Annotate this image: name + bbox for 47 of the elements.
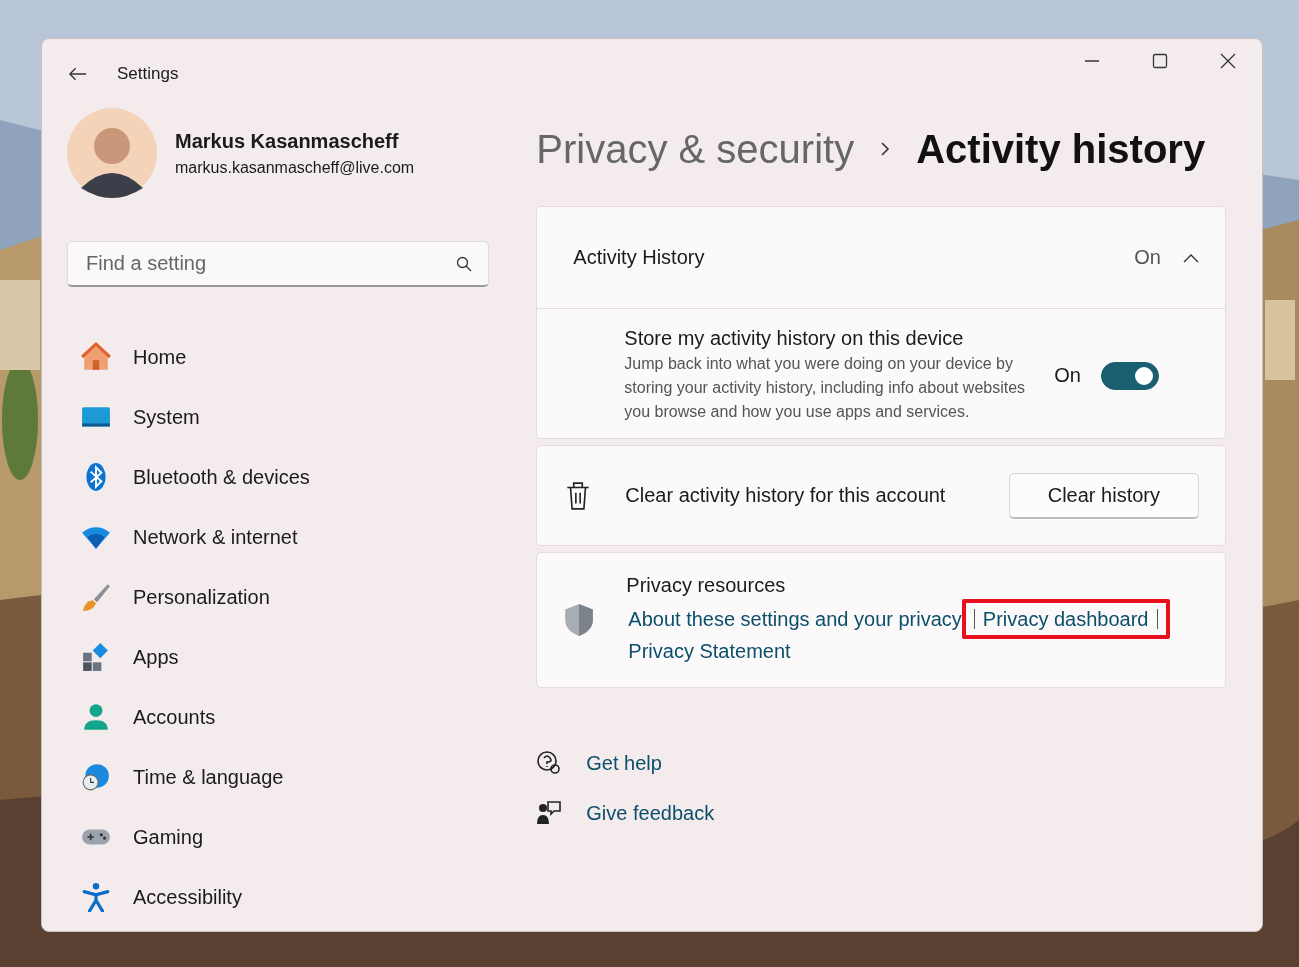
nav-item[interactable]: Accessibility [67,867,490,927]
breadcrumb-parent[interactable]: Privacy & security [536,126,855,172]
search-field[interactable]: Find a setting [67,241,490,287]
setting-title: Clear activity history for this account [625,484,946,507]
accessibility-icon [81,882,111,912]
link[interactable]: Privacy Statement [626,635,793,666]
toggle-label: On [1054,364,1081,387]
clear-history-button[interactable]: Clear history [1008,472,1199,519]
globe-clock-icon [81,762,111,792]
user-name: Markus Kasanmascheff [175,129,400,153]
nav-item[interactable]: Apps [67,627,490,687]
help-link[interactable]: Get help [586,751,662,775]
paintbrush-icon [81,582,111,612]
shield-icon [564,603,595,637]
chevron-icon [880,141,891,157]
feedback-icon [536,800,563,826]
trash-icon [565,480,592,511]
close-icon[interactable] [1220,53,1236,69]
setting-description: Jump back into what you were doing on your device by storing your activity history, including info about websites you browse and how you use apps and services. [624,354,1027,422]
nav-item[interactable]: Gaming [67,807,490,867]
nav-item[interactable]: Time & language [67,747,490,807]
section-title: Activity History [573,246,705,269]
back-arrow-icon[interactable] [68,67,87,81]
home-icon [81,342,111,372]
nav-item[interactable]: Accounts [67,687,490,747]
status-text: On [1134,246,1161,269]
nav-item[interactable]: Bluetooth & devices [67,447,490,507]
expander-header[interactable]: Activity History On [537,207,1225,309]
page-title: Activity history [916,126,1206,172]
person-icon [81,702,111,732]
nav-item[interactable]: Home [67,327,490,387]
toggle-switch[interactable] [1101,361,1159,390]
search-input[interactable]: Find a setting [84,251,457,276]
window-title: Settings [117,64,179,84]
link[interactable]: About these settings and your privacy [626,603,964,634]
nav-item[interactable]: Personalization [67,567,490,627]
maximize-icon[interactable] [1152,53,1168,69]
help-chat-icon [536,750,563,776]
link[interactable]: Privacy dashboard [973,608,1158,629]
help-link[interactable]: Give feedback [586,801,715,825]
user-email: markus.kasanmascheff@live.com [175,158,415,177]
search-icon [456,255,473,272]
section-title: Privacy resources [626,573,787,597]
apps-icon [81,642,111,672]
nav-item[interactable]: Network & internet [67,507,490,567]
setting-title: Store my activity history on this device [624,327,965,350]
nav-item[interactable]: System [67,387,490,447]
